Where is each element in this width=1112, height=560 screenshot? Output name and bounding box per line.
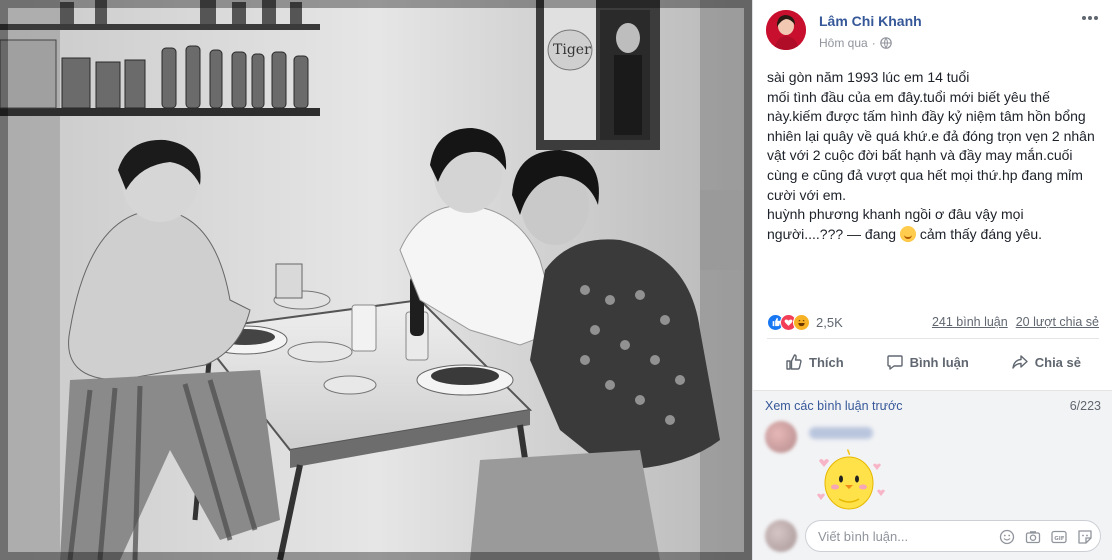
more-options-icon[interactable] [1080, 12, 1100, 24]
like-label: Thích [809, 354, 844, 370]
comments-count-link[interactable]: 241 bình luận [932, 315, 1008, 329]
like-button[interactable]: Thích [785, 353, 844, 371]
comment-composer: Viết bình luận... GIF [753, 512, 1112, 560]
feeling-emoji-icon [899, 225, 916, 242]
current-user-avatar [765, 520, 797, 552]
haha-reaction-icon [793, 313, 810, 331]
camera-icon[interactable] [1025, 529, 1041, 545]
post-text-line: cười với em. [767, 186, 847, 203]
feeling-prefix: người....??? — đang [767, 225, 897, 242]
reactions-count[interactable]: 2,5K [816, 315, 843, 330]
share-button[interactable]: Chia sẻ [1011, 353, 1081, 371]
shares-count-link[interactable]: 20 lượt chia sẻ [1016, 315, 1099, 329]
gif-icon[interactable]: GIF [1051, 529, 1067, 545]
author-avatar[interactable] [766, 10, 806, 50]
share-label: Chia sẻ [1034, 354, 1081, 370]
post-actions: Thích Bình luận Chia sẻ [767, 344, 1099, 380]
reaction-stats: 2,5K 241 bình luận 20 lượt chia sẻ [767, 312, 1099, 332]
photo-viewer[interactable]: Tiger [0, 0, 752, 560]
commenter-name-blurred[interactable] [809, 427, 873, 439]
post-photo[interactable]: Tiger [0, 0, 752, 560]
post-text-line-feeling: người....??? — đang cảm thấy đáng yêu. [767, 225, 1097, 245]
emoji-icon[interactable] [999, 529, 1015, 545]
chick-sticker-icon [817, 449, 885, 510]
svg-text:Tiger: Tiger [553, 42, 591, 58]
post-meta: Hôm qua · [819, 36, 892, 50]
post-timestamp[interactable]: Hôm qua [819, 36, 868, 50]
comment-button[interactable]: Bình luận [886, 353, 969, 371]
reaction-icons[interactable] [767, 313, 810, 331]
share-icon [1012, 355, 1028, 369]
comment-label: Bình luận [909, 354, 969, 370]
post-text-line: huỳnh phương khanh ngồi ơ đâu vậy mọi [767, 206, 1024, 223]
post-text-line: sài gòn năm 1993 lúc em 14 tuổi [767, 69, 970, 85]
globe-icon[interactable] [879, 37, 892, 49]
like-icon [786, 354, 802, 370]
composer-tools: GIF [999, 529, 1093, 545]
feeling-label: cảm thấy đáng yêu. [919, 225, 1043, 242]
post-text: sài gòn năm 1993 lúc em 14 tuổi mối tình… [767, 68, 1097, 244]
sticker-icon[interactable] [1077, 529, 1093, 545]
post-side-panel: Lâm Chi Khanh Hôm qua · sài gòn năm 1993… [752, 0, 1112, 560]
stat-links: 241 bình luận 20 lượt chia sẻ [932, 315, 1099, 329]
comment-icon [886, 355, 903, 370]
svg-text:GIF: GIF [1054, 536, 1065, 542]
view-previous-comments-link[interactable]: Xem các bình luận trước [765, 399, 902, 413]
post-text-line: mối tình đầu của em đây.tuổi mới biết yê… [767, 88, 1050, 105]
divider [767, 338, 1099, 339]
post-text-line: nhiên lại quây về quá khứ.e đả đóng trọn… [767, 127, 1095, 144]
post-text-line: cùng e cũng đả vượt qua hết mọi thứ.hp đ… [767, 166, 1083, 183]
comments-pagination: 6/223 [1069, 399, 1101, 413]
post-text-line: vật với 2 cuộc đời bất hạnh và đầy may m… [767, 147, 1073, 164]
author-name[interactable]: Lâm Chi Khanh [819, 13, 922, 29]
post-text-line: này.kiếm được tấm hình đầy kỷ niệm tâm h… [767, 108, 1086, 125]
post-header: Lâm Chi Khanh Hôm qua · [753, 0, 1112, 62]
commenter-avatar[interactable] [765, 421, 797, 453]
